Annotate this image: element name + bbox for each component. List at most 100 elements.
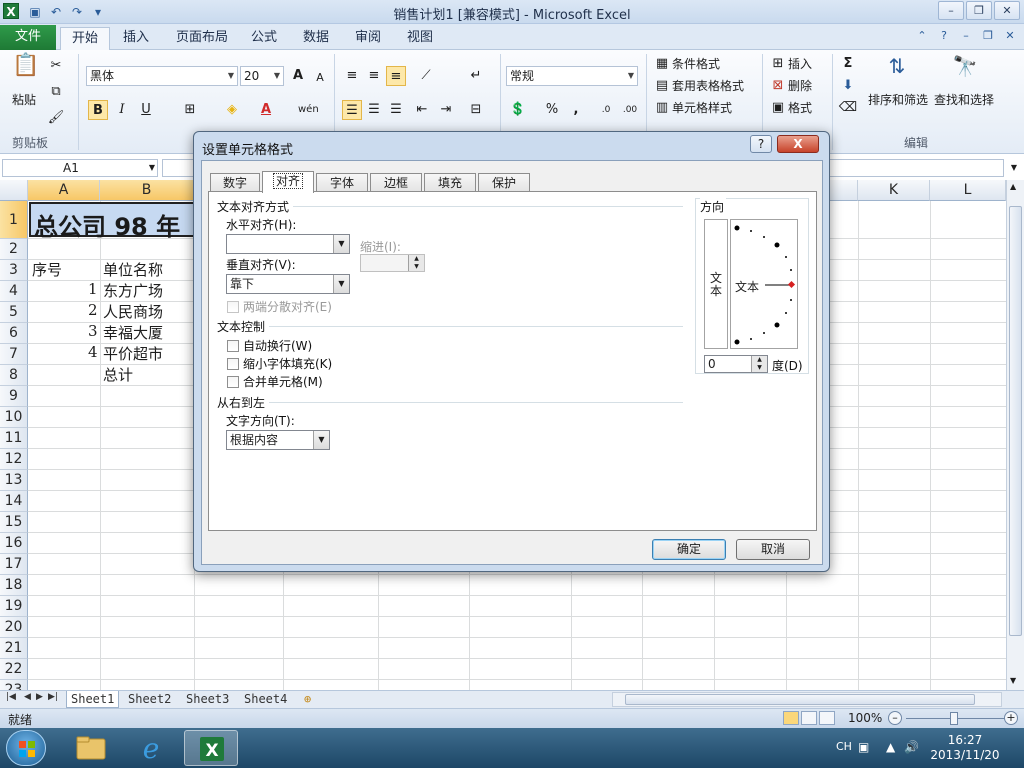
cell-a1[interactable]: 总公司 98 年 (29, 202, 195, 241)
row-header[interactable]: 8 (0, 365, 28, 386)
row-header[interactable]: 1 (0, 201, 28, 239)
orientation-dial[interactable]: 文本 (730, 219, 798, 349)
tab-alignment[interactable]: 对齐 (262, 171, 314, 193)
format-cells-icon[interactable]: ▣ (768, 98, 788, 118)
row-header[interactable]: 6 (0, 323, 28, 344)
row-header[interactable]: 10 (0, 407, 28, 428)
degree-spinner[interactable]: 0 ▲ ▼ (704, 355, 768, 373)
scroll-down-icon[interactable]: ▼ (1010, 676, 1016, 685)
sheet-tab-1[interactable]: Sheet1 (66, 691, 120, 708)
sheet-tab-3[interactable]: Sheet3 (182, 691, 233, 708)
row-header[interactable]: 17 (0, 554, 28, 575)
wrap-text-checkbox[interactable]: 自动换行(W) (227, 337, 312, 354)
taskbar-ie[interactable]: e (124, 730, 178, 766)
column-header-k[interactable]: K (858, 180, 930, 201)
row-header[interactable]: 21 (0, 638, 28, 659)
row-header[interactable]: 3 (0, 260, 28, 281)
row-header[interactable]: 4 (0, 281, 28, 302)
row-header[interactable]: 9 (0, 386, 28, 407)
find-select-button[interactable]: 查找和选择 (934, 90, 994, 110)
normal-view-icon[interactable] (783, 711, 799, 725)
expand-formula-icon[interactable]: ▼ (1007, 159, 1021, 177)
spin-down-icon[interactable]: ▼ (408, 263, 424, 271)
cell-a6[interactable]: 3 (88, 322, 98, 340)
next-sheet-icon[interactable]: ▶ (36, 692, 43, 702)
row-header[interactable]: 23 (0, 680, 28, 690)
taskbar-explorer[interactable] (64, 730, 118, 766)
align-center-icon[interactable]: ☰ (364, 100, 384, 120)
row-header[interactable]: 13 (0, 470, 28, 491)
align-right-icon[interactable]: ☰ (386, 100, 406, 120)
paste-icon[interactable]: 📋 (12, 55, 40, 88)
tab-insert[interactable]: 插入 (114, 27, 158, 50)
border-icon[interactable]: ⊞ (180, 100, 200, 120)
sheet-tab-4[interactable]: Sheet4 (240, 691, 291, 708)
bold-button[interactable]: B (88, 100, 108, 120)
shrink-font-icon[interactable]: A (310, 68, 330, 88)
ok-button[interactable]: 确定 (652, 539, 726, 560)
horizontal-scroll-thumb[interactable] (625, 694, 975, 705)
ime-indicator[interactable]: CH (836, 740, 852, 753)
help-icon[interactable]: ? (936, 28, 952, 44)
cell-a4[interactable]: 1 (88, 280, 98, 298)
page-break-view-icon[interactable] (819, 711, 835, 725)
zoom-slider-knob[interactable] (950, 712, 958, 725)
ime-pad-icon[interactable]: ▣ (858, 740, 869, 754)
copy-icon[interactable]: ⧉ (46, 82, 66, 102)
autosum-button[interactable]: Σ (838, 54, 858, 74)
phonetic-icon[interactable]: wén (298, 100, 319, 120)
grow-font-icon[interactable]: A (288, 66, 308, 86)
tray-expand-icon[interactable]: ▲ (886, 740, 895, 754)
sort-filter-button[interactable]: 排序和筛选 (868, 90, 928, 110)
column-header-a[interactable]: A (28, 180, 100, 201)
minimize-icon[interactable]: – (938, 1, 964, 20)
spin-up-icon[interactable]: ▲ (751, 356, 767, 364)
clock[interactable]: 16:27 2013/11/20 (920, 733, 1010, 763)
align-top-icon[interactable]: ≡ (342, 66, 362, 86)
tab-review[interactable]: 审阅 (348, 27, 388, 50)
vertical-scroll-thumb[interactable] (1009, 206, 1022, 636)
insert-cells-button[interactable]: 插入 (788, 54, 812, 74)
row-header[interactable]: 14 (0, 491, 28, 512)
row-header[interactable]: 12 (0, 449, 28, 470)
percent-button[interactable]: % (542, 100, 562, 120)
zoom-level[interactable]: 100% (848, 711, 882, 725)
text-direction-select[interactable]: 根据内容 ▼ (226, 430, 330, 450)
comma-button[interactable]: , (566, 100, 586, 120)
row-header[interactable]: 16 (0, 533, 28, 554)
horizontal-align-select[interactable]: ▼ (226, 234, 350, 254)
insert-cells-icon[interactable]: ⊞ (768, 54, 788, 74)
format-cells-button[interactable]: 格式 (788, 98, 812, 118)
row-header[interactable]: 5 (0, 302, 28, 323)
currency-icon[interactable]: 💲 (508, 100, 528, 120)
distributed-checkbox[interactable]: 两端分散对齐(E) (227, 298, 332, 315)
row-header[interactable]: 20 (0, 617, 28, 638)
orientation-icon[interactable]: ⟋ (416, 66, 436, 86)
sort-filter-icon[interactable]: ⇅ (882, 56, 912, 86)
dialog-help-button[interactable]: ? (750, 135, 772, 153)
horizontal-scrollbar[interactable] (612, 692, 1002, 707)
sheet-tab-2[interactable]: Sheet2 (124, 691, 175, 708)
page-layout-view-icon[interactable] (801, 711, 817, 725)
row-header[interactable]: 15 (0, 512, 28, 533)
increase-indent-icon[interactable]: ⇥ (436, 100, 456, 120)
first-sheet-icon[interactable]: |◀ (6, 692, 16, 702)
decrease-decimal-icon[interactable]: .00 (620, 100, 640, 120)
tab-protection[interactable]: 保护 (478, 173, 530, 192)
doc-minimize-icon[interactable]: – (958, 28, 974, 44)
tab-formulas[interactable]: 公式 (244, 27, 284, 50)
align-bottom-icon[interactable]: ≡ (386, 66, 406, 86)
restore-icon[interactable]: ❐ (966, 1, 992, 20)
dialog-close-button[interactable]: X (777, 135, 819, 153)
column-header-hidden[interactable] (830, 180, 858, 201)
column-header-b[interactable]: B (100, 180, 194, 201)
cell-b4[interactable]: 东方广场 (103, 280, 163, 301)
zoom-out-icon[interactable]: – (888, 711, 902, 725)
merge-cells-checkbox[interactable]: 合并单元格(M) (227, 373, 323, 390)
conditional-format-icon[interactable]: ▦ (652, 54, 672, 74)
collapse-ribbon-icon[interactable]: ⌃ (914, 28, 930, 44)
cell-b8[interactable]: 总计 (103, 364, 133, 385)
name-box[interactable]: A1 ▼ (2, 159, 158, 177)
insert-sheet-icon[interactable]: ⊕ (300, 691, 315, 708)
start-button[interactable] (6, 730, 46, 766)
